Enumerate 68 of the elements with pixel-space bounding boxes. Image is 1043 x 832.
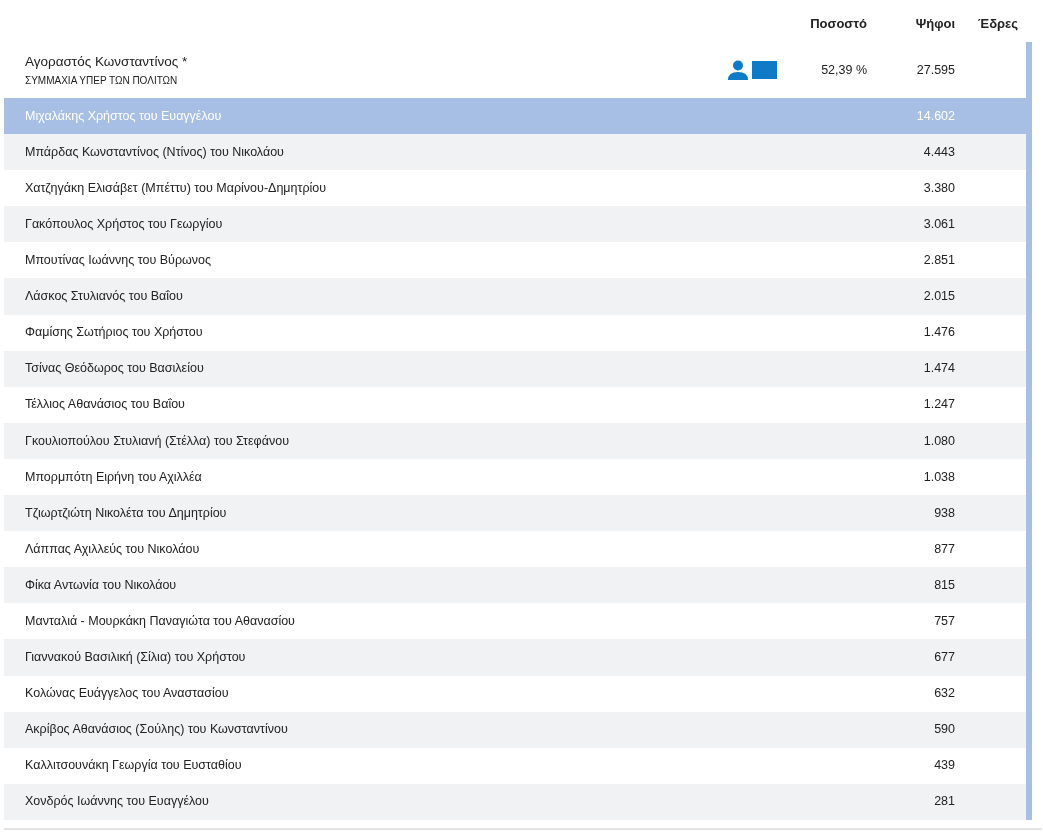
candidate-name: Μανταλιά - Μουρκάκη Παναγιώτα του Αθανασίου: [24, 613, 296, 630]
votes-value: 632: [933, 685, 955, 703]
candidate-name: Γκουλιοπούλου Στυλιανή (Στέλλα) του Στεφάνου: [24, 432, 290, 450]
candidate-row[interactable]: Τζιωρτζιώτη Νικολέτα του Δημητρίου 938: [4, 495, 1026, 532]
candidate-row[interactable]: Ακρίβος Αθανάσιος (Σούλης) του Κωνσταντίνου 590: [4, 711, 1026, 748]
candidate-name: Τέλλιος Αθανάσιος του Βαΐου: [24, 396, 186, 414]
candidate-row[interactable]: Μπάρδας Κωνσταντίνος (Ντίνος) του Νικολάου 4.443: [4, 134, 1026, 171]
candidate-row[interactable]: Φίκα Αντωνία του Νικολάου 815: [4, 567, 1026, 604]
votes-value: 677: [933, 649, 955, 667]
candidate-name: Μιχαλάκης Χρήστος του Ευαγγέλου: [24, 107, 223, 125]
votes-value: 1.038: [922, 468, 955, 486]
candidate-row[interactable]: Κολώνας Ευάγγελος του Αναστασίου 632: [4, 675, 1026, 712]
candidate-name: Χατζηγάκη Ελισάβετ (Μπέττυ) του Μαρίνου-Δημητρίου: [24, 179, 328, 197]
votes-value: 590: [933, 721, 955, 739]
candidate-row[interactable]: Γιαννακού Βασιλική (Σίλια) του Χρήστου 677: [4, 639, 1026, 676]
votes-value: 1.080: [922, 432, 955, 450]
candidate-row[interactable]: Μανταλιά - Μουρκάκη Παναγιώτα του Αθανασίου 757: [4, 603, 1026, 640]
candidate-name: Γακόπουλος Χρήστος του Γεωργίου: [24, 215, 224, 233]
votes-value: 1.247: [922, 396, 955, 414]
votes-value: 27.595: [915, 61, 955, 79]
candidate-name: Φίκα Αντωνία του Νικολάου: [24, 576, 178, 594]
candidate-row[interactable]: Λάσκος Στυλιανός του Βαΐου 2.015: [4, 278, 1026, 315]
candidate-name: Χονδρός Ιωάννης του Ευαγγέλου: [24, 793, 210, 811]
candidate-name: Μπάρδας Κωνσταντίνος (Ντίνος) του Νικολάου: [24, 143, 285, 161]
votes-value: 439: [933, 757, 955, 775]
candidate-name: Ακρίβος Αθανάσιος (Σούλης) του Κωνσταντίνου: [24, 721, 289, 739]
candidate-row[interactable]: Τέλλιος Αθανάσιος του Βαΐου 1.247: [4, 386, 1026, 423]
party-color-swatch: [752, 61, 777, 79]
candidate-name: Καλλιτσουνάκη Γεωργία του Ευσταθίου: [24, 757, 243, 775]
candidate-name: Τσίνας Θεόδωρος του Βασιλείου: [24, 360, 205, 378]
candidate-row[interactable]: Χατζηγάκη Ελισάβετ (Μπέττυ) του Μαρίνου-Δημητρίου 3.380: [4, 170, 1026, 207]
candidate-row[interactable]: Τσίνας Θεόδωρος του Βασιλείου 1.474: [4, 350, 1026, 387]
votes-value: 3.061: [922, 215, 955, 233]
votes-value: 1.476: [922, 324, 955, 342]
candidate-name: Λάππας Αχιλλεύς του Νικολάου: [24, 540, 201, 558]
candidate-row[interactable]: Φαμίσης Σωτήριος του Χρήστου 1.476: [4, 314, 1026, 351]
column-header: Ποσοστό: [809, 15, 867, 33]
alliance-name: ΣΥΜΜΑΧΙΑ ΥΠΕΡ ΤΩΝ ΠΟΛΙΤΩΝ: [25, 73, 179, 88]
candidate-row[interactable]: Μπορμπότη Ειρήνη του Αχιλλέα 1.038: [4, 458, 1026, 496]
candidate-name: Τζιωρτζιώτη Νικολέτα του Δημητρίου: [24, 504, 228, 522]
votes-value: 1.474: [922, 360, 955, 378]
votes-value: 3.380: [922, 179, 955, 197]
candidate-row[interactable]: Χονδρός Ιωάννης του Ευαγγέλου 281: [4, 783, 1026, 820]
column-header: Ψήφοι: [914, 15, 955, 33]
votes-value: 815: [933, 576, 955, 594]
party-name: Αγοραστός Κωνσταντίνος *: [25, 53, 189, 72]
votes-value: 877: [933, 540, 955, 558]
votes-value: 4.443: [922, 143, 955, 161]
votes-value: 757: [933, 613, 955, 630]
votes-value: 2.851: [922, 252, 955, 270]
candidate-name: Φαμίσης Σωτήριος του Χρήστου: [24, 324, 204, 342]
candidate-name: Μπουτίνας Ιωάννης του Βύρωνος: [24, 252, 213, 270]
person-icon: [728, 60, 748, 80]
candidate-name: Κολώνας Ευάγγελος του Αναστασίου: [24, 685, 230, 703]
candidate-row[interactable]: Γκουλιοπούλου Στυλιανή (Στέλλα) του Στεφάνου 1.080: [4, 422, 1026, 459]
candidate-row[interactable]: Γακόπουλος Χρήστος του Γεωργίου 3.061: [4, 206, 1026, 243]
votes-value: 2.015: [922, 288, 955, 306]
candidate-row[interactable]: Καλλιτσουνάκη Γεωργία του Ευσταθίου 439: [4, 747, 1026, 784]
votes-value: 14.602: [915, 107, 955, 125]
candidate-row[interactable]: Μπουτίνας Ιωάννης του Βύρωνος 2.851: [4, 242, 1026, 279]
candidate-row[interactable]: Λάππας Αχιλλεύς του Νικολάου 877: [4, 531, 1026, 568]
column-header: Έδρες: [977, 15, 1019, 33]
candidate-name: Μπορμπότη Ειρήνη του Αχιλλέα: [24, 468, 203, 486]
candidate-name: Γιαννακού Βασιλική (Σίλια) του Χρήστου: [24, 649, 247, 667]
votes-value: 938: [933, 504, 955, 522]
votes-value: 281: [933, 793, 955, 811]
candidate-name: Λάσκος Στυλιανός του Βαΐου: [24, 288, 184, 306]
percent-value: 52,39 %: [820, 61, 867, 79]
